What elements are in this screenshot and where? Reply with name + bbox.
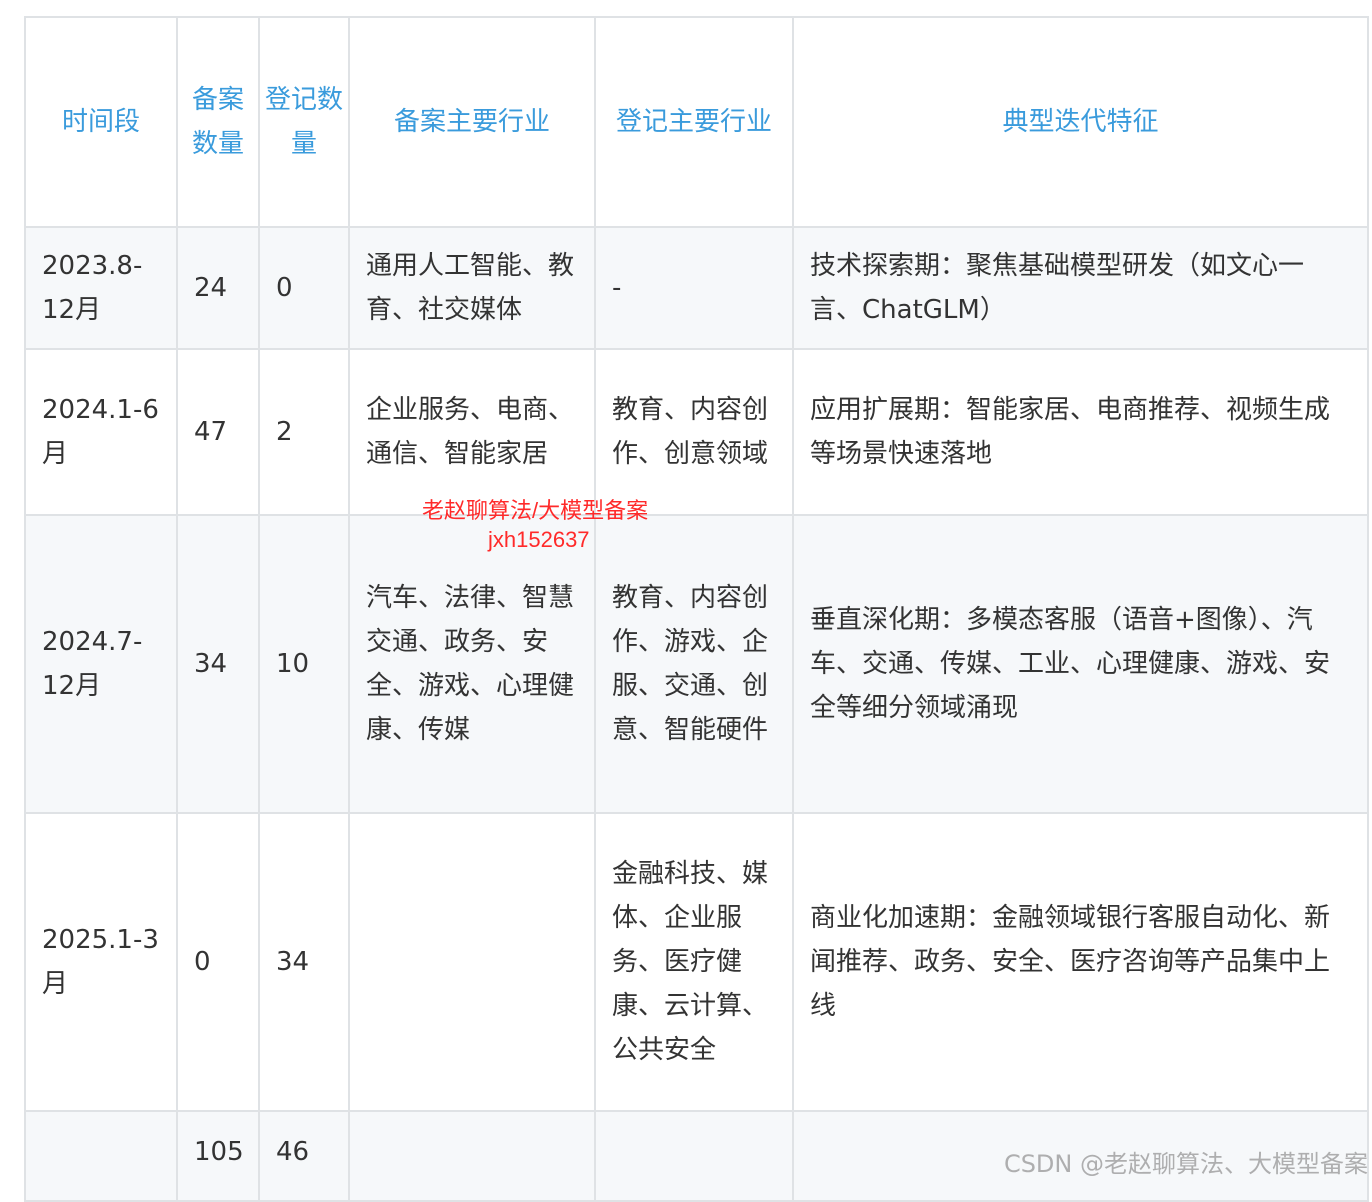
header-iteration-features: 典型迭代特征	[792, 16, 1369, 228]
cell-filing-industries: 汽车、法律、智慧交通、政务、安全、游戏、心理健康、传媒	[348, 514, 596, 814]
cell-filing-count: 47	[176, 348, 260, 516]
table-row: 2024.1-6月 47 2 企业服务、电商、通信、智能家居 教育、内容创作、创…	[24, 348, 1369, 516]
cell-time-period: 2023.8-12月	[24, 226, 178, 350]
watermark-text: 老赵聊算法/大模型备案	[422, 498, 649, 523]
cell-iteration-features: 应用扩展期：智能家居、电商推荐、视频生成等场景快速落地	[792, 348, 1369, 516]
cell-filing-industries	[348, 812, 596, 1112]
watermark-id: jxh152637	[488, 527, 590, 552]
cell-time-period: 2024.1-6月	[24, 348, 178, 516]
cell-iteration-features: 垂直深化期：多模态客服（语音+图像）、汽车、交通、传媒、工业、心理健康、游戏、安…	[792, 514, 1369, 814]
header-filing-industries: 备案主要行业	[348, 16, 596, 228]
header-time-period: 时间段	[24, 16, 178, 228]
csdn-watermark: CSDN @老赵聊算法、大模型备案	[1003, 1150, 1368, 1178]
header-registration-industries: 登记主要行业	[594, 16, 794, 228]
cell-registration-industries: 教育、内容创作、创意领域	[594, 348, 794, 516]
data-table: 时间段 备案数量 登记数量 备案主要行业 登记主要行业 典型迭代特征 2023.…	[24, 16, 1369, 1202]
cell-registration-industries: 教育、内容创作、游戏、企服、交通、创意、智能硬件	[594, 514, 794, 814]
header-filing-count: 备案数量	[176, 16, 260, 228]
header-row: 时间段 备案数量 登记数量 备案主要行业 登记主要行业 典型迭代特征	[24, 16, 1369, 228]
cell-registration-count: 34	[258, 812, 350, 1112]
cell-registration-count: 0	[258, 226, 350, 350]
cell-filing-industries: 通用人工智能、教育、社交媒体	[348, 226, 596, 350]
cell-filing-count: 34	[176, 514, 260, 814]
table-row: 2024.7-12月 34 10 汽车、法律、智慧交通、政务、安全、游戏、心理健…	[24, 514, 1369, 814]
cell-registration-count: 2	[258, 348, 350, 516]
cell-iteration-features: 技术探索期：聚焦基础模型研发（如文心一言、ChatGLM）	[792, 226, 1369, 350]
cell-registration-count: 10	[258, 514, 350, 814]
cell-filing-count: 0	[176, 812, 260, 1112]
header-registration-count: 登记数量	[258, 16, 350, 228]
table-row: 2025.1-3月 0 34 金融科技、媒体、企业服务、医疗健康、云计算、公共安…	[24, 812, 1369, 1112]
cell-time-period: 2024.7-12月	[24, 514, 178, 814]
cell-filing-count: 24	[176, 226, 260, 350]
cell-registration-industries: -	[594, 226, 794, 350]
cell-time-period: 2025.1-3月	[24, 812, 178, 1112]
cell-iteration-features: 商业化加速期：金融领域银行客服自动化、新闻推荐、政务、安全、医疗咨询等产品集中上…	[792, 812, 1369, 1112]
cell-filing-industries: 企业服务、电商、通信、智能家居	[348, 348, 596, 516]
cell-registration-industries: 金融科技、媒体、企业服务、医疗健康、云计算、公共安全	[594, 812, 794, 1112]
table-row: 2023.8-12月 24 0 通用人工智能、教育、社交媒体 - 技术探索期：聚…	[24, 226, 1369, 350]
